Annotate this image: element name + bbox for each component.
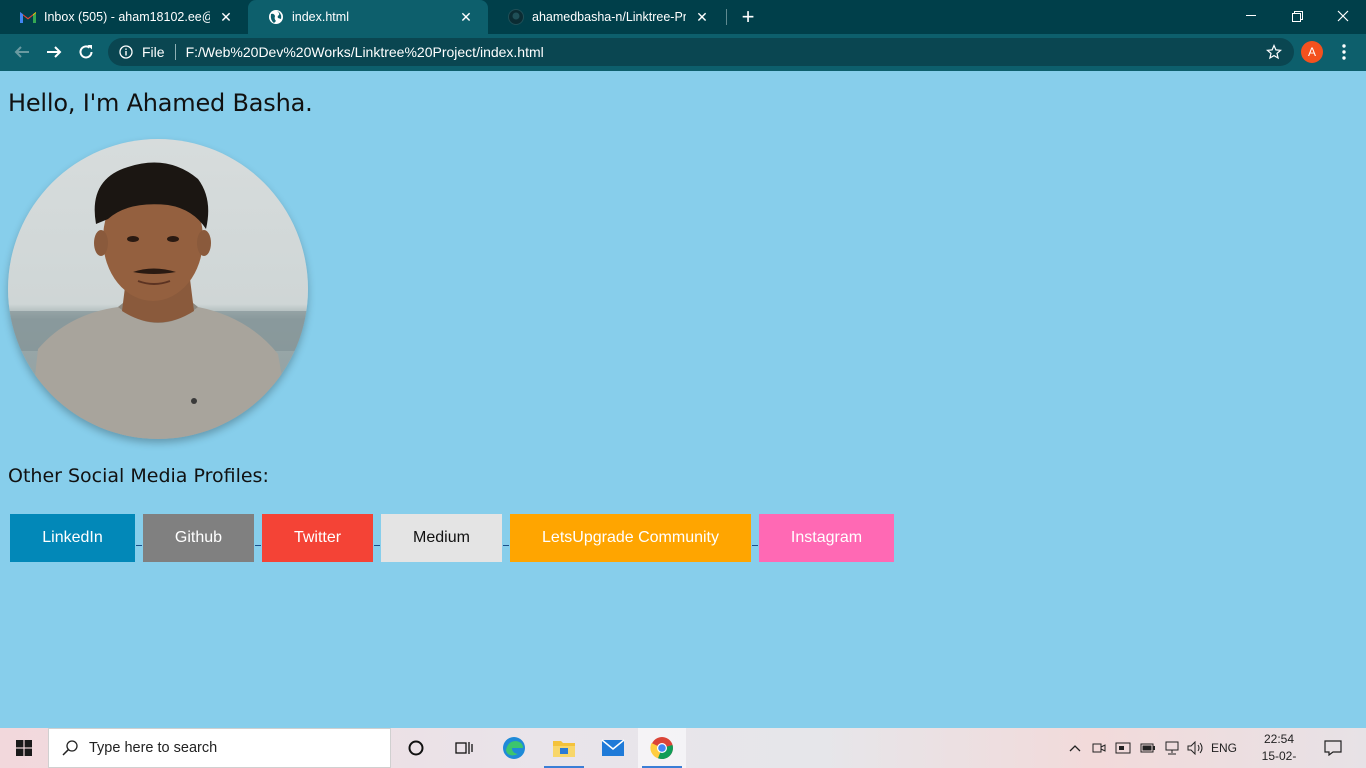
taskbar-clock[interactable]: 22:54 15-02-2021 — [1256, 731, 1302, 768]
twitter-button[interactable]: Twitter — [262, 514, 373, 562]
separator-dash — [502, 514, 510, 562]
instagram-button[interactable]: Instagram — [759, 514, 894, 562]
new-tab-plus-icon[interactable]: + — [736, 4, 760, 29]
volume-icon[interactable] — [1186, 728, 1206, 768]
search-icon — [61, 739, 79, 757]
scheme-label: File — [142, 44, 165, 60]
separator-dash — [751, 514, 759, 562]
more-menu-icon[interactable] — [1334, 40, 1354, 64]
task-view-icon[interactable] — [440, 728, 488, 768]
separator-dash — [254, 514, 262, 562]
close-tab-icon[interactable]: ✕ — [216, 7, 236, 27]
forward-arrow-icon[interactable] — [40, 38, 68, 66]
address-bar[interactable]: File F:/Web%20Dev%20Works/Linktree%20Pro… — [108, 38, 1294, 66]
clock-date: 15-02-2021 — [1261, 749, 1297, 768]
tab-title: ahamedbasha-n/Linktree-Project — [532, 10, 686, 24]
search-placeholder: Type here to search — [89, 740, 218, 756]
globe-icon — [268, 9, 284, 25]
github-icon — [508, 9, 524, 25]
close-tab-icon[interactable]: ✕ — [692, 7, 712, 27]
tab-gmail-inbox[interactable]: Inbox (505) - aham18102.ee@rmd ✕ — [0, 0, 248, 34]
meet-now-icon[interactable] — [1090, 728, 1108, 768]
taskbar-search[interactable]: Type here to search — [48, 728, 391, 768]
language-indicator[interactable]: ENG — [1210, 728, 1238, 768]
clock-time: 22:54 — [1263, 732, 1295, 746]
minimize-icon[interactable] — [1228, 0, 1274, 32]
bookmark-star-icon[interactable] — [1266, 44, 1282, 60]
page-viewport: Hello, I'm Ahamed Basha. Other Social Me… — [0, 71, 1366, 728]
mail-icon[interactable] — [589, 728, 637, 768]
letsupgrade-button[interactable]: LetsUpgrade Community — [510, 514, 751, 562]
windows-start-icon[interactable] — [0, 728, 48, 768]
tablet-screen-icon[interactable] — [1112, 728, 1134, 768]
gmail-icon — [20, 9, 36, 25]
profile-avatar[interactable]: A — [1301, 41, 1323, 63]
separator-dash — [373, 514, 381, 562]
restore-icon[interactable] — [1274, 0, 1320, 32]
edge-icon[interactable] — [490, 728, 538, 768]
social-heading: Other Social Media Profiles: — [8, 465, 269, 487]
file-explorer-icon[interactable] — [540, 728, 588, 768]
tab-index-html[interactable]: index.html ✕ — [248, 0, 488, 34]
notifications-icon[interactable] — [1320, 728, 1346, 768]
battery-icon[interactable] — [1138, 728, 1158, 768]
browser-tab-strip: Inbox (505) - aham18102.ee@rmd ✕ index.h… — [0, 0, 1366, 34]
reload-icon[interactable] — [72, 38, 100, 66]
cortana-icon[interactable] — [392, 728, 440, 768]
back-arrow-icon[interactable] — [8, 38, 36, 66]
close-window-icon[interactable] — [1320, 0, 1366, 32]
page-heading: Hello, I'm Ahamed Basha. — [8, 89, 313, 117]
social-links: LinkedIn Github Twitter Medium LetsUpgra… — [10, 514, 894, 562]
medium-button[interactable]: Medium — [381, 514, 502, 562]
linkedin-button[interactable]: LinkedIn — [10, 514, 135, 562]
network-icon[interactable] — [1162, 728, 1182, 768]
separator-dash — [135, 514, 143, 562]
github-button[interactable]: Github — [143, 514, 254, 562]
chrome-icon[interactable] — [638, 728, 686, 768]
tab-github-repo[interactable]: ahamedbasha-n/Linktree-Project ✕ — [488, 0, 724, 34]
tab-title: Inbox (505) - aham18102.ee@rmd — [44, 10, 210, 24]
profile-photo — [8, 139, 308, 439]
info-icon[interactable] — [118, 44, 134, 60]
tab-title: index.html — [292, 10, 349, 24]
address-separator — [174, 44, 176, 60]
tab-separator — [726, 9, 727, 25]
windows-taskbar: Type here to search ENG 22:54 15-02-2021 — [0, 728, 1366, 768]
show-hidden-icons-chevron-up-icon[interactable] — [1066, 728, 1084, 768]
address-url[interactable]: F:/Web%20Dev%20Works/Linktree%20Project/… — [186, 44, 544, 60]
browser-toolbar: File F:/Web%20Dev%20Works/Linktree%20Pro… — [0, 34, 1366, 71]
close-tab-icon[interactable]: ✕ — [456, 7, 476, 27]
